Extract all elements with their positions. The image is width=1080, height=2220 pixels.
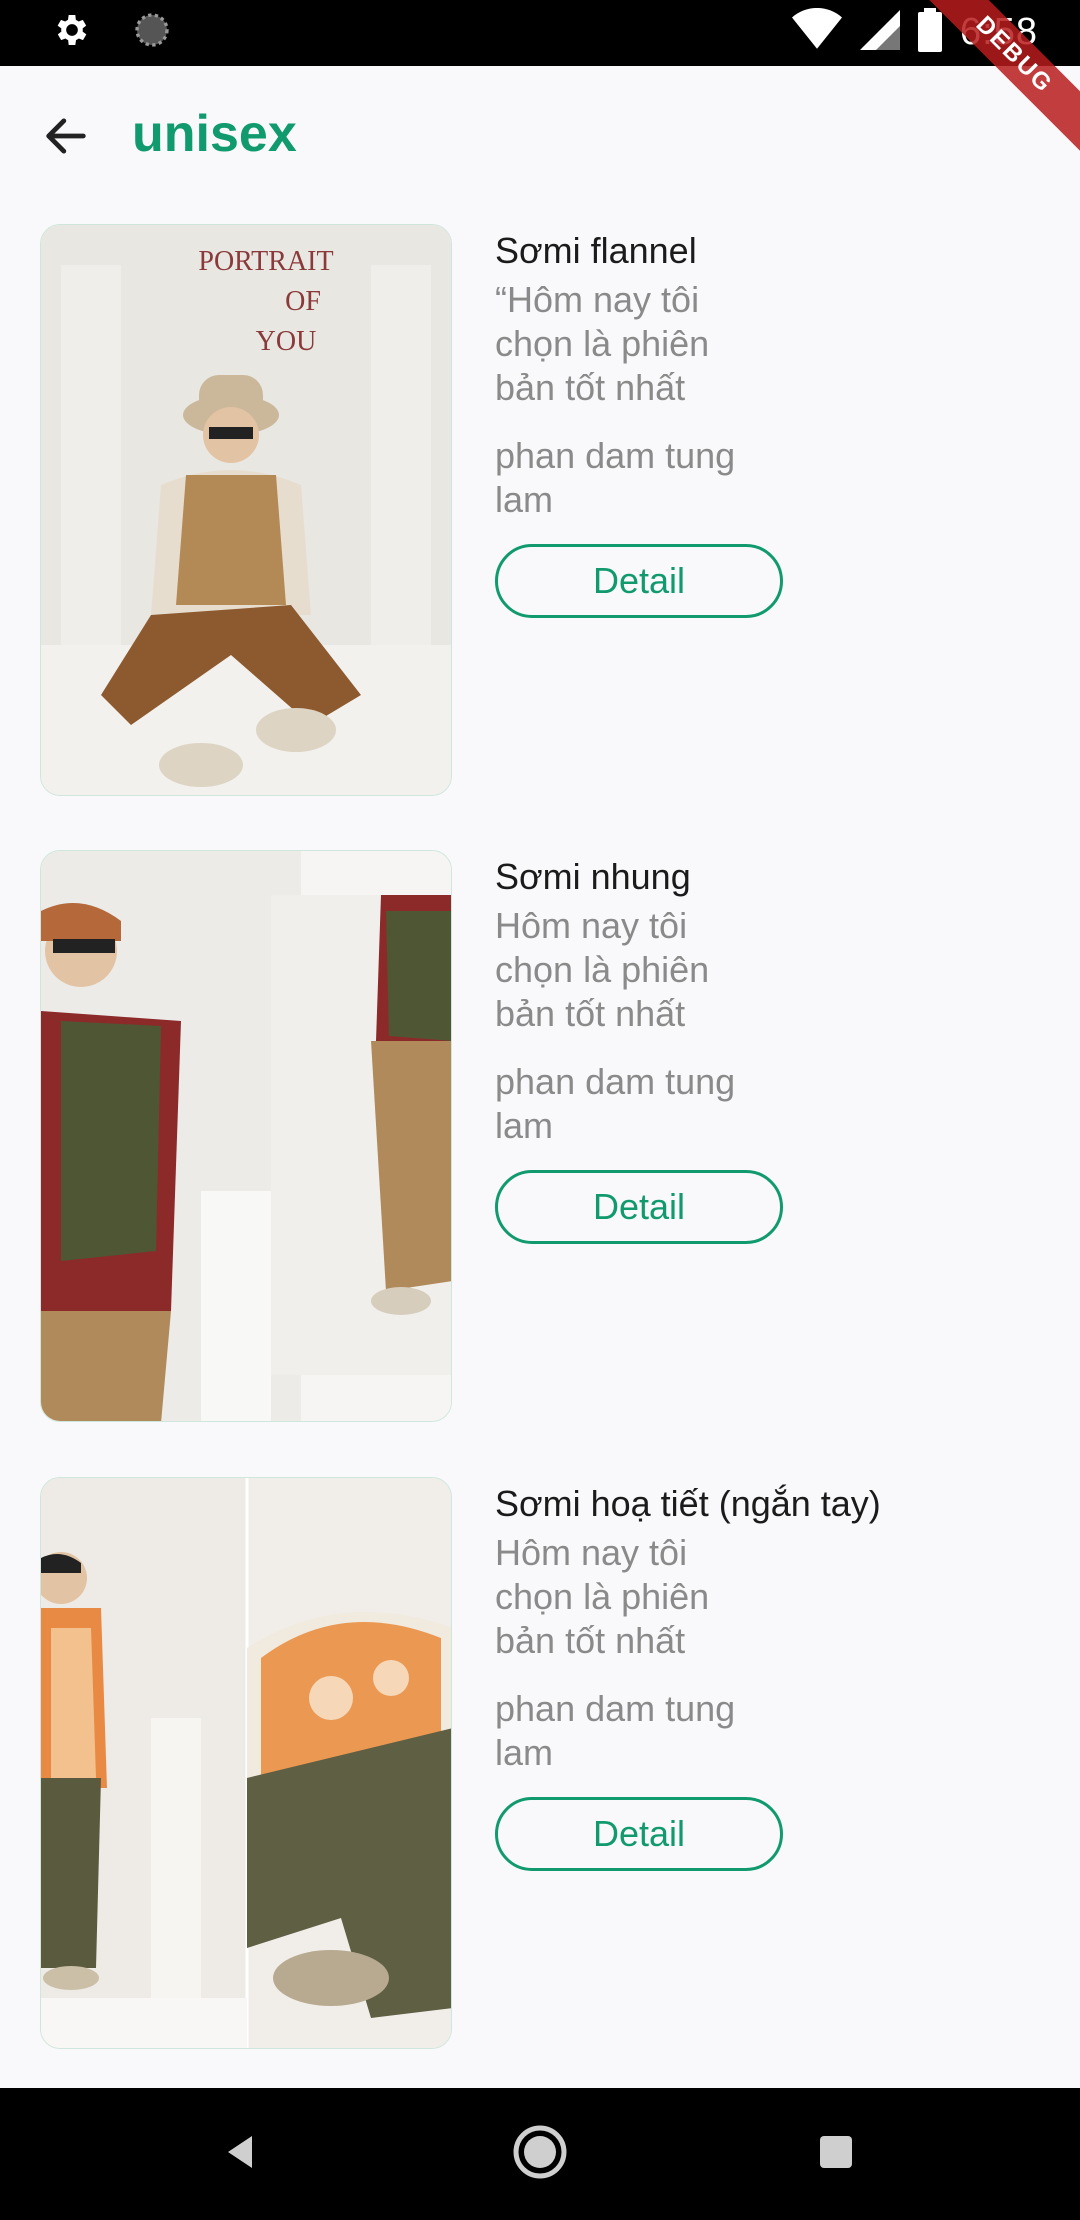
- wifi-icon: [792, 7, 843, 57]
- app-bar: unisex: [0, 66, 1080, 204]
- square-recents-icon: [818, 2134, 854, 2175]
- product-description: Hôm nay tôi chọn là phiên bản tốt nhất: [495, 1532, 710, 1661]
- nav-home-button[interactable]: [510, 2124, 570, 2184]
- image-caption-line1: PORTRAIT: [198, 246, 333, 277]
- product-author: phan dam tung lam: [495, 1061, 736, 1146]
- product-description: Hôm nay tôi chọn là phiên bản tốt nhất: [495, 905, 710, 1034]
- product-image[interactable]: [40, 1477, 452, 2049]
- product-name: Sơmi hoạ tiết (ngắn tay): [495, 1483, 881, 1524]
- nav-recents-button[interactable]: [806, 2124, 866, 2184]
- signal-icon: [860, 10, 901, 55]
- page-title: unisex: [132, 105, 297, 163]
- nav-back-button[interactable]: [212, 2124, 272, 2184]
- status-right-icons: 6:58: [792, 7, 1038, 57]
- back-button[interactable]: [30, 102, 102, 174]
- battery-icon: [918, 8, 943, 57]
- detail-button[interactable]: Detail: [495, 1170, 783, 1244]
- product-card[interactable]: Sơmi nhung Hôm nay tôi chọn là phiên bản…: [40, 850, 1040, 1422]
- product-description: “Hôm nay tôi chọn là phiên bản tốt nhất: [495, 279, 710, 408]
- status-time: 6:58: [960, 11, 1038, 53]
- product-name: Sơmi nhung: [495, 856, 691, 897]
- circle-home-icon: [512, 2124, 568, 2185]
- system-nav-bar: [0, 2088, 1080, 2220]
- product-image[interactable]: PORTRAIT OF YOU: [40, 224, 452, 796]
- product-author: phan dam tung lam: [495, 435, 736, 520]
- triangle-back-icon: [222, 2132, 262, 2177]
- product-card[interactable]: Sơmi hoạ tiết (ngắn tay) Hôm nay tôi chọ…: [40, 1477, 1040, 2049]
- product-author: phan dam tung lam: [495, 1688, 736, 1773]
- product-name: Sơmi flannel: [495, 230, 697, 271]
- image-caption-line2: OF: [285, 286, 321, 317]
- settings-icon: [52, 10, 92, 55]
- image-caption-line3: YOU: [256, 326, 317, 357]
- status-left-icons: [52, 10, 172, 55]
- sync-icon: [132, 10, 172, 55]
- arrow-back-icon: [40, 110, 92, 167]
- product-card[interactable]: PORTRAIT OF YOU Sơmi flannel “Hôm nay tô…: [40, 224, 1040, 796]
- product-image[interactable]: [40, 850, 452, 1422]
- detail-button[interactable]: Detail: [495, 544, 783, 618]
- status-bar: 6:58: [0, 0, 1080, 66]
- detail-button[interactable]: Detail: [495, 1797, 783, 1871]
